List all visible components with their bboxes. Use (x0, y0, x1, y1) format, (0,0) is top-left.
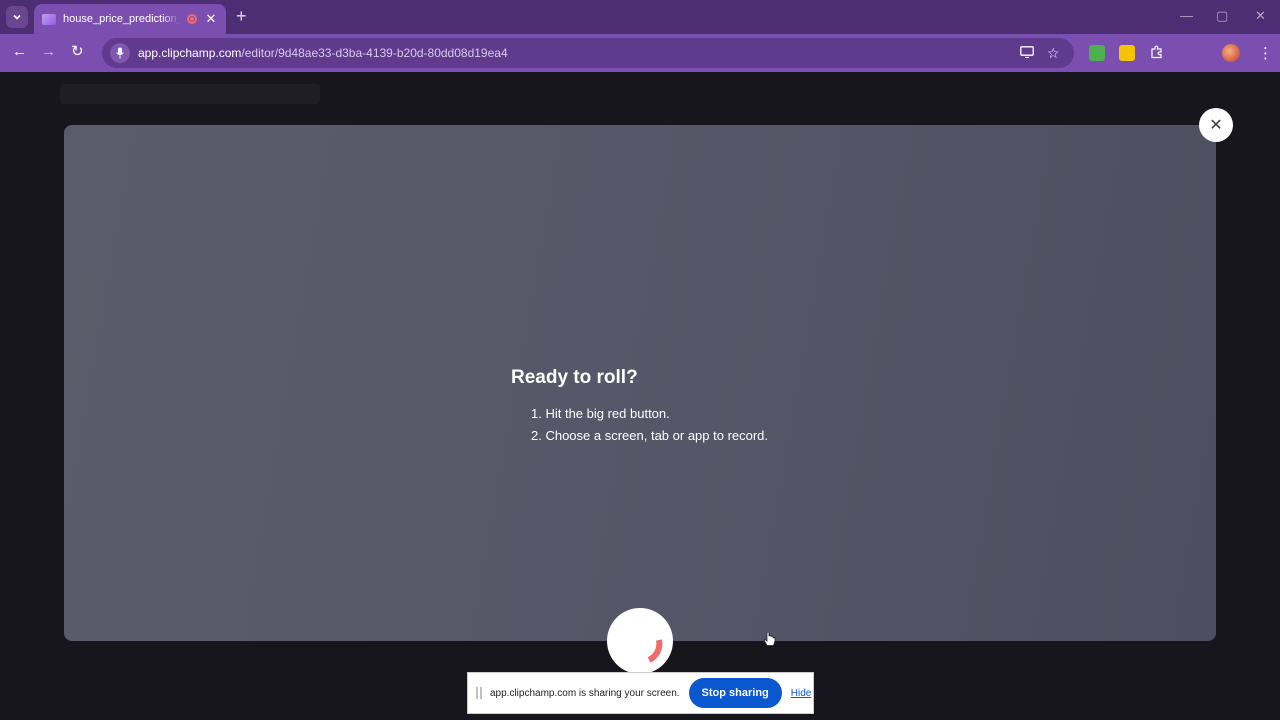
editor-header-placeholder (60, 84, 320, 104)
hand-cursor-icon (763, 632, 776, 646)
back-button[interactable]: ← (12, 44, 27, 60)
window-close-button[interactable]: ✕ (1255, 8, 1266, 24)
instruction-step-2: 2. Choose a screen, tab or app to record… (531, 428, 769, 443)
tab-list-button[interactable] (6, 6, 28, 28)
active-tab[interactable]: house_price_prediction_video ✕ (34, 4, 226, 34)
close-recorder-button[interactable]: ✕ (1199, 108, 1233, 142)
screen-sharing-bar: app.clipchamp.com is sharing your screen… (467, 672, 814, 714)
minimize-button[interactable]: — (1180, 8, 1193, 23)
maximize-button[interactable]: ▢ (1216, 8, 1228, 24)
browser-toolbar: ← → ↻ app.clipchamp.com/editor/9d48ae33-… (0, 34, 1280, 72)
cast-screen-icon[interactable] (1020, 45, 1034, 61)
instruction-list: 1. Hit the big red button. 2. Choose a s… (531, 403, 768, 447)
url-host: app.clipchamp.com (138, 46, 242, 60)
drag-handle-icon[interactable] (476, 687, 482, 699)
sharing-message: app.clipchamp.com is sharing your screen… (490, 687, 680, 699)
kebab-menu-icon[interactable]: ⋮ (1258, 44, 1273, 62)
puzzle-icon[interactable] (1150, 45, 1164, 62)
stop-sharing-button[interactable]: Stop sharing (688, 678, 782, 708)
recording-preview-area (64, 125, 1216, 641)
instruction-step-1: 1. Hit the big red button. (531, 406, 670, 421)
ready-title: Ready to roll? (511, 367, 638, 388)
record-button[interactable] (607, 608, 673, 674)
forward-button[interactable]: → (41, 44, 56, 60)
record-progress-arc-icon (647, 639, 663, 663)
frog-extension-icon[interactable] (1089, 45, 1105, 61)
warning-extension-icon[interactable] (1119, 45, 1135, 61)
chevron-down-icon (13, 14, 21, 20)
clipchamp-favicon-icon (42, 13, 56, 25)
address-bar[interactable]: app.clipchamp.com/editor/9d48ae33-d3ba-4… (102, 38, 1074, 68)
tab-title: house_price_prediction_video (63, 13, 180, 25)
microphone-icon[interactable] (110, 43, 130, 63)
tab-strip: house_price_prediction_video ✕ + — ▢ ✕ (0, 0, 1280, 34)
avatar[interactable] (1222, 44, 1240, 62)
hide-link[interactable]: Hide (791, 688, 812, 699)
url-text: app.clipchamp.com/editor/9d48ae33-d3ba-4… (138, 46, 508, 60)
recording-dot-icon (187, 14, 197, 24)
tab-close-icon[interactable]: ✕ (204, 11, 218, 27)
star-icon[interactable]: ☆ (1047, 45, 1060, 62)
reload-button[interactable]: ↻ (71, 44, 84, 60)
new-tab-button[interactable]: + (236, 7, 247, 25)
url-path: /editor/9d48ae33-d3ba-4139-b20d-80dd08d1… (241, 46, 508, 60)
